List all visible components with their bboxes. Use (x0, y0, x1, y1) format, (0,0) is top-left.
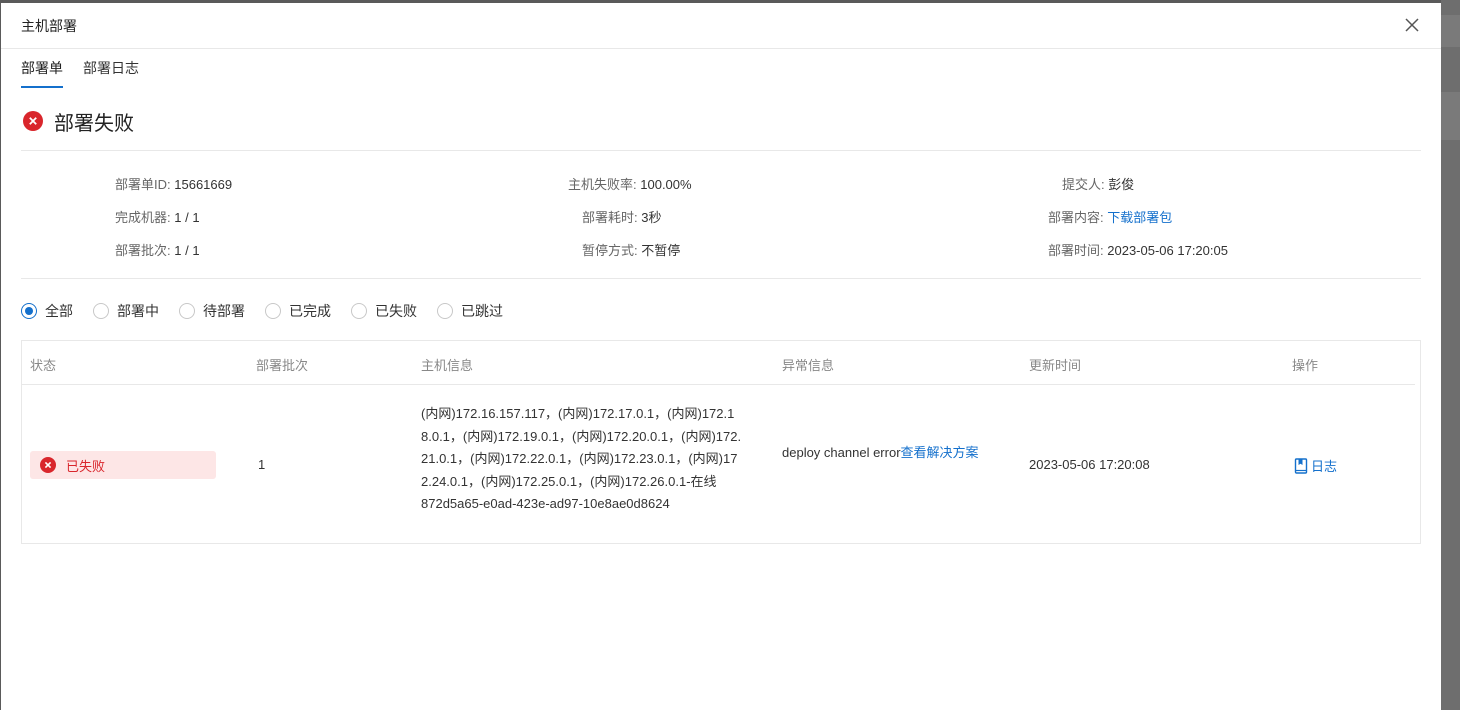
info-label: 主机失败率: (568, 177, 637, 192)
filter-label: 待部署 (203, 303, 245, 319)
filter-label: 已完成 (289, 303, 331, 319)
host-ip-list: (内网)172.16.157.117，(内网)172.17.0.1，(内网)17… (421, 406, 742, 489)
backdrop (1441, 0, 1460, 710)
column-header-status: 状态 (30, 358, 57, 373)
cell-updated-time: 2023-05-06 17:20:08 (1029, 457, 1150, 472)
info-label: 完成机器: (115, 210, 171, 225)
info-fail-rate: 主机失败率: 100.00% (568, 174, 692, 194)
deploy-status: 部署失败 (1, 107, 1441, 135)
column-header-updated: 更新时间 (1029, 358, 1082, 373)
filter-completed[interactable]: 已完成 (265, 301, 331, 321)
info-value: 彭俊 (1108, 177, 1135, 192)
deploy-table: 状态 部署批次 主机信息 异常信息 更新时间 操作 已失败 1 (内网)172.… (21, 340, 1421, 544)
column-header-batch: 部署批次 (256, 358, 309, 373)
info-label: 部署批次: (115, 243, 171, 258)
log-link-label: 日志 (1311, 459, 1338, 474)
info-value: 1 / 1 (174, 243, 200, 258)
modal-header: 主机部署 (1, 3, 1441, 49)
view-solution-link[interactable]: 查看解决方案 (901, 445, 979, 460)
log-book-icon (1294, 457, 1308, 474)
info-order-id: 部署单ID: 15661669 (115, 174, 232, 194)
info-value: 不暂停 (641, 243, 681, 258)
filter-all[interactable]: 全部 (21, 301, 73, 321)
error-circle-icon (40, 457, 56, 473)
radio-button[interactable] (21, 303, 37, 319)
divider (21, 278, 1421, 279)
filter-label: 已失败 (375, 303, 417, 319)
filter-skipped[interactable]: 已跳过 (437, 301, 503, 321)
status-badge: 已失败 (30, 451, 216, 479)
info-done-machines: 完成机器: 1 / 1 (115, 207, 200, 227)
info-label: 提交人: (1062, 177, 1105, 192)
backdrop-bar (1441, 92, 1460, 140)
info-pause: 暂停方式: 不暂停 (582, 240, 680, 260)
info-label: 部署单ID: (115, 177, 171, 192)
info-value: 3秒 (641, 210, 662, 225)
filter-label: 全部 (45, 303, 73, 319)
cell-error-info: deploy channel error查看解决方案 (782, 442, 992, 464)
error-circle-icon (23, 111, 43, 131)
filter-label: 部署中 (117, 303, 159, 319)
status-filter-group: 全部 部署中 待部署 已完成 已失败 已跳过 (21, 301, 523, 321)
radio-button[interactable] (351, 303, 367, 319)
status-title: 部署失败 (54, 112, 134, 135)
radio-button[interactable] (93, 303, 109, 319)
info-label: 部署时间: (1048, 243, 1104, 258)
info-value: 2023-05-06 17:20:05 (1107, 243, 1228, 258)
status-badge-label: 已失败 (66, 458, 106, 474)
host-id: 872d5a65-e0ad-423e-ad97-10e8ae0d8624 (421, 496, 670, 511)
table-header: 状态 部署批次 主机信息 异常信息 更新时间 操作 (22, 341, 1415, 385)
backdrop-bar (1441, 15, 1460, 47)
cell-batch: 1 (258, 457, 266, 472)
filter-label: 已跳过 (461, 303, 503, 319)
tab-deploy-log[interactable]: 部署日志 (83, 59, 139, 87)
filter-pending[interactable]: 待部署 (179, 301, 245, 321)
close-button[interactable] (1401, 14, 1423, 36)
divider (21, 150, 1421, 151)
error-text: deploy channel error (782, 445, 901, 460)
column-header-actions: 操作 (1292, 358, 1319, 373)
log-link[interactable]: 日志 (1294, 456, 1337, 475)
radio-button[interactable] (265, 303, 281, 319)
modal-title: 主机部署 (21, 17, 77, 34)
filter-deploying[interactable]: 部署中 (93, 301, 159, 321)
radio-button[interactable] (179, 303, 195, 319)
info-label: 部署耗时: (582, 210, 638, 225)
deploy-modal: 主机部署 部署单 部署日志 部署失败 部署单ID: 15661669 主机失败率… (1, 3, 1441, 710)
radio-button[interactable] (437, 303, 453, 319)
info-label: 部署内容: (1048, 210, 1104, 225)
column-header-error-info: 异常信息 (782, 358, 835, 373)
tab-bar: 部署单 部署日志 (1, 59, 1441, 88)
close-icon (1405, 18, 1419, 32)
filter-failed[interactable]: 已失败 (351, 301, 417, 321)
info-value: 1 / 1 (174, 210, 200, 225)
column-header-host-info: 主机信息 (421, 358, 474, 373)
tab-deploy-order[interactable]: 部署单 (21, 59, 63, 88)
info-value: 100.00% (640, 177, 692, 192)
info-time: 部署时间: 2023-05-06 17:20:05 (1048, 240, 1228, 260)
info-submitter: 提交人: 彭俊 (1062, 174, 1134, 194)
info-batch: 部署批次: 1 / 1 (115, 240, 200, 260)
info-label: 暂停方式: (582, 243, 638, 258)
info-content: 部署内容: 下载部署包 (1048, 207, 1172, 227)
info-value: 15661669 (174, 177, 233, 192)
info-duration: 部署耗时: 3秒 (582, 207, 661, 227)
download-package-link[interactable]: 下载部署包 (1107, 210, 1172, 225)
cell-host-info: (内网)172.16.157.117，(内网)172.17.0.1，(内网)17… (421, 403, 743, 516)
